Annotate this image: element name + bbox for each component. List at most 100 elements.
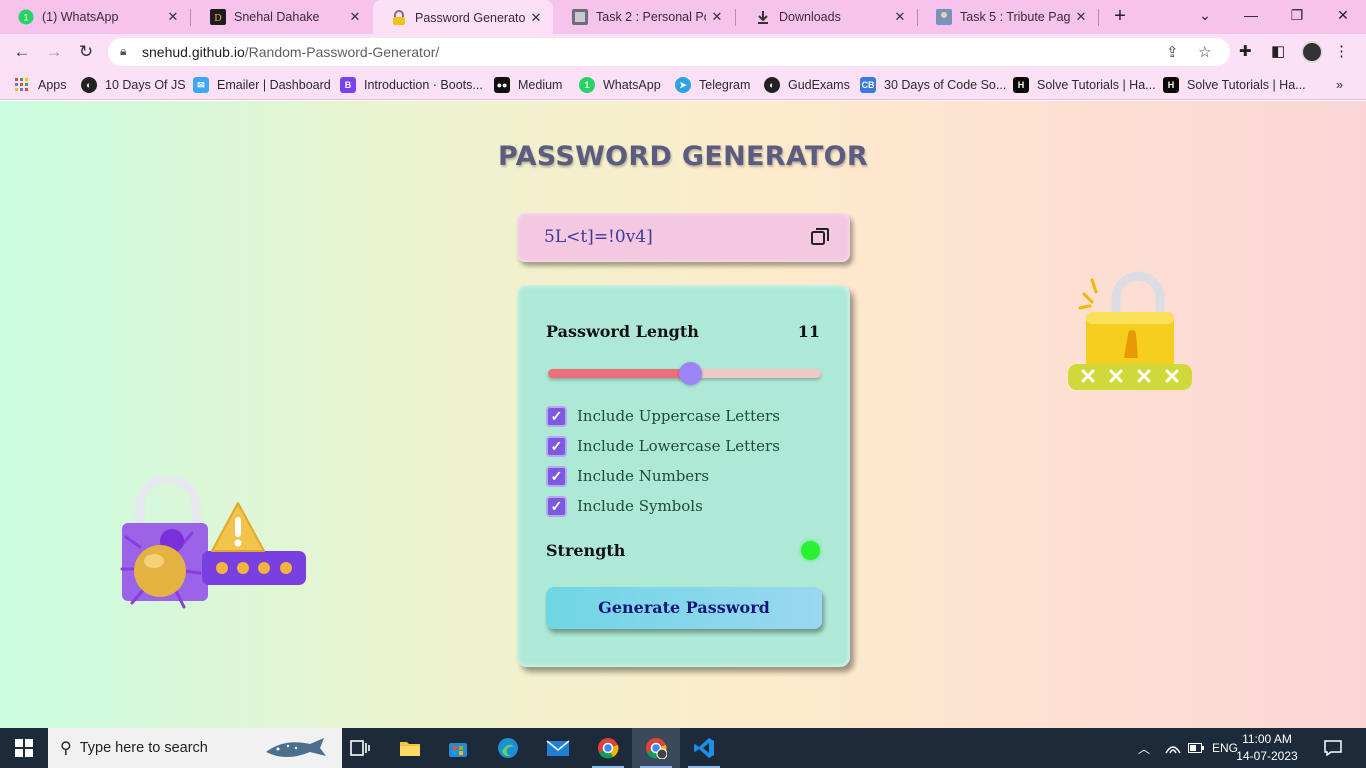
page-icon: [572, 9, 588, 25]
new-tab-button[interactable]: +: [1108, 5, 1132, 29]
minimize-button[interactable]: —: [1228, 0, 1274, 32]
bookmark-label: 30 Days of Code So...: [884, 78, 1007, 92]
bookmark-whatsapp[interactable]: 1 WhatsApp: [579, 76, 661, 94]
svg-text:1: 1: [23, 13, 28, 23]
tab-downloads[interactable]: Downloads ✕: [737, 0, 917, 34]
close-icon[interactable]: ✕: [706, 9, 728, 25]
menu-icon[interactable]: ⋮: [1334, 42, 1349, 60]
extensions-icon[interactable]: ✚: [1239, 42, 1252, 60]
bookmark-label: WhatsApp: [603, 78, 661, 92]
tab-strip: 1 (1) WhatsApp ✕ D Snehal Dahake ✕ Passw…: [0, 0, 1366, 36]
checkbox-checked-icon[interactable]: ✓: [546, 405, 567, 427]
bookmark-label: Medium: [518, 78, 563, 92]
download-icon: [755, 9, 771, 25]
close-icon[interactable]: ✕: [344, 9, 366, 25]
bookmark-gudexams[interactable]: ◐ GudExams: [764, 76, 850, 94]
reload-icon[interactable]: ↻: [74, 40, 98, 64]
copy-icon[interactable]: [810, 227, 830, 247]
length-label: Password Length: [546, 322, 699, 341]
bookmark-telegram[interactable]: ➤ Telegram: [675, 76, 750, 94]
tab-divider: [1098, 9, 1099, 26]
length-slider[interactable]: [548, 362, 821, 385]
restore-button[interactable]: ❐: [1274, 0, 1320, 32]
share-icon[interactable]: ⇪: [1166, 43, 1179, 61]
checkbox-checked-icon[interactable]: ✓: [546, 435, 567, 457]
side-panel-icon[interactable]: ◧: [1271, 42, 1285, 60]
strength-label: Strength: [546, 541, 626, 560]
bookmark-label: Solve Tutorials | Ha...: [1037, 78, 1156, 92]
tab-title: Task 5 : Tribute Page: [960, 10, 1070, 24]
network-icon[interactable]: [1164, 728, 1182, 768]
bookmark-apps[interactable]: Apps: [14, 76, 67, 94]
option-numbers[interactable]: ✓ Include Numbers: [546, 465, 709, 487]
forward-arrow-icon[interactable]: →: [42, 40, 66, 64]
avatar[interactable]: [1301, 41, 1323, 63]
notifications-icon[interactable]: [1324, 728, 1342, 768]
checkbox-checked-icon[interactable]: ✓: [546, 465, 567, 487]
bookmark-10-days-of-js[interactable]: ◐ 10 Days Of JS: [81, 76, 186, 94]
close-window-button[interactable]: ✕: [1320, 0, 1366, 32]
tab-task2[interactable]: Task 2 : Personal Portf ✕: [554, 0, 734, 34]
option-label: Include Symbols: [577, 497, 703, 515]
slider-thumb[interactable]: [678, 362, 702, 385]
windows-taskbar: ⚲ Type here to search ︿ ENG 11:00 AM 14-…: [0, 728, 1366, 768]
bookmark-bootstrap[interactable]: B Introduction · Boots...: [340, 76, 483, 94]
tab-title: Downloads: [779, 10, 841, 24]
taskbar-search-box[interactable]: ⚲ Type here to search: [48, 728, 342, 768]
mail-icon[interactable]: [534, 728, 582, 768]
close-icon[interactable]: ✕: [162, 9, 184, 25]
chrome-icon[interactable]: [584, 728, 632, 768]
checkbox-checked-icon[interactable]: ✓: [546, 495, 567, 517]
task-view-icon[interactable]: [336, 728, 384, 768]
tab-search-icon[interactable]: ⌄: [1182, 0, 1228, 32]
bookmark-star-icon[interactable]: ☆: [1198, 43, 1211, 61]
chrome-profile-icon[interactable]: [632, 728, 680, 768]
taskbar-clock[interactable]: 11:00 AM 14-07-2023: [1236, 731, 1298, 765]
bookmark-label: Introduction · Boots...: [364, 78, 483, 92]
clock-time: 11:00 AM: [1242, 732, 1292, 746]
slider-fill: [548, 369, 690, 378]
tab-tribute-page[interactable]: Task 5 : Tribute Page ✕: [918, 0, 1098, 34]
svg-text:D: D: [214, 13, 221, 24]
close-icon[interactable]: ✕: [889, 9, 911, 25]
whale-shark-icon: [264, 734, 328, 767]
vscode-icon[interactable]: [680, 728, 728, 768]
tab-password-generator[interactable]: Password Generator ✕: [373, 0, 553, 36]
show-hidden-icons-chevron-icon[interactable]: ︿: [1138, 728, 1150, 768]
tab-snehal-dahake[interactable]: D Snehal Dahake ✕: [192, 0, 372, 34]
apps-grid-icon: [14, 77, 30, 93]
option-label: Include Lowercase Letters: [577, 437, 780, 455]
file-explorer-icon[interactable]: [386, 728, 434, 768]
bookmark-hackerrank-1[interactable]: H Solve Tutorials | Ha...: [1013, 76, 1156, 94]
option-symbols[interactable]: ✓ Include Symbols: [546, 495, 703, 517]
windows-start-icon[interactable]: [0, 728, 48, 768]
settings-panel: Password Length 11 ✓ Include Uppercase L…: [517, 285, 850, 667]
bookmarks-bar: Apps ◐ 10 Days Of JS ✉ Emailer | Dashboa…: [0, 70, 1366, 100]
language-indicator[interactable]: ENG: [1212, 728, 1238, 768]
tab-divider: [190, 9, 191, 26]
bookmark-label: Emailer | Dashboard: [217, 78, 331, 92]
bookmark-emailer[interactable]: ✉ Emailer | Dashboard: [193, 76, 331, 94]
address-bar[interactable]: 🔒︎ snehud.github.io/Random-Password-Gene…: [108, 38, 1230, 66]
back-arrow-icon[interactable]: ←: [10, 40, 34, 64]
bookmark-medium[interactable]: ●● Medium: [494, 76, 562, 94]
strength-indicator: [801, 541, 820, 560]
hackerrank-icon: H: [1163, 77, 1179, 93]
bookmark-label: Solve Tutorials | Ha...: [1187, 78, 1306, 92]
security-bug-illustration: [118, 474, 310, 613]
microsoft-store-icon[interactable]: [434, 728, 482, 768]
bookmark-30-days-of-code[interactable]: CB 30 Days of Code So...: [860, 76, 1006, 94]
option-lowercase[interactable]: ✓ Include Lowercase Letters: [546, 435, 780, 457]
codebeautify-icon: CB: [860, 77, 876, 93]
tab-title: Password Generator: [415, 11, 525, 25]
bookmark-hackerrank-2[interactable]: H Solve Tutorials | Ha...: [1163, 76, 1306, 94]
globe-icon: ◐: [81, 77, 97, 93]
tab-whatsapp[interactable]: 1 (1) WhatsApp ✕: [0, 0, 190, 34]
edge-icon[interactable]: [484, 728, 532, 768]
battery-icon[interactable]: [1188, 728, 1204, 768]
more-bookmarks-chevron-icon[interactable]: »: [1336, 76, 1343, 94]
generate-password-button[interactable]: Generate Password: [546, 587, 822, 629]
close-icon[interactable]: ✕: [525, 10, 547, 26]
close-icon[interactable]: ✕: [1070, 9, 1092, 25]
option-uppercase[interactable]: ✓ Include Uppercase Letters: [546, 405, 780, 427]
